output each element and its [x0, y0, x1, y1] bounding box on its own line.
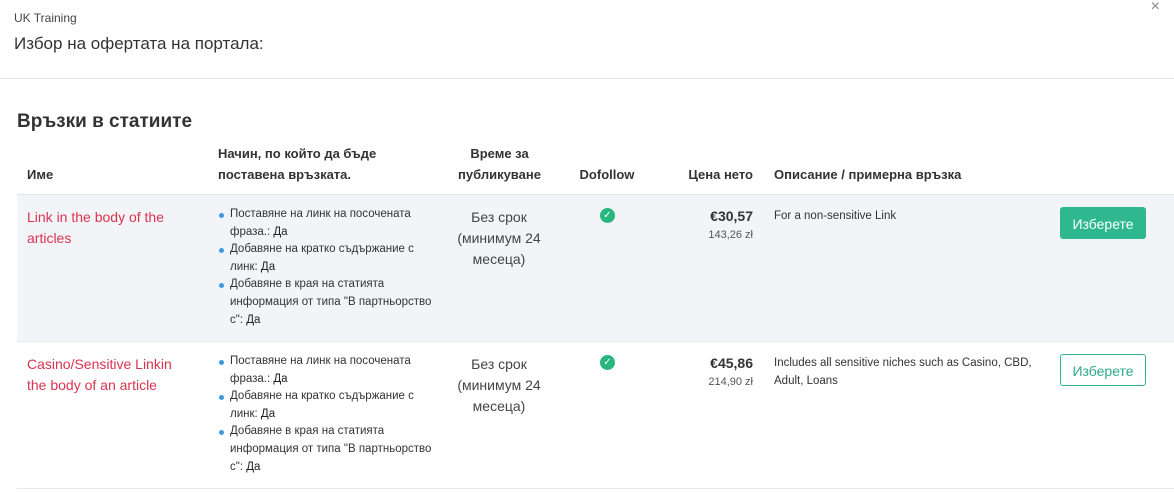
method-item: Добавяне на кратко съдържание с линк: Да: [218, 241, 433, 276]
publish-time: Без срок (минимум 24 месеца): [457, 356, 541, 414]
section-title: Връзки в статиите: [17, 111, 193, 132]
site-name: UK Training: [14, 11, 77, 25]
check-circle-icon: ✓: [600, 355, 615, 370]
offer-description: Includes all sensitive niches such as Ca…: [774, 357, 1032, 387]
column-header-dofollow: Dofollow: [579, 167, 635, 182]
price-cell: €30,57 143,26 zł: [657, 208, 753, 241]
method-item: Добавяне в края на статията информация о…: [218, 276, 433, 329]
offer-name-link[interactable]: Casino/Sensitive Linkin the body of an a…: [27, 354, 187, 396]
price-pln: 143,26 zł: [708, 229, 753, 241]
close-icon[interactable]: ×: [1151, 0, 1160, 15]
method-item: Добавяне в края на статията информация о…: [218, 423, 433, 476]
method-item: Поставяне на линк на посочената фраза.: …: [218, 206, 433, 241]
table-row: Casino/Sensitive Linkin the body of an a…: [17, 342, 1174, 489]
publish-time: Без срок (минимум 24 месеца): [457, 209, 541, 267]
table-header: Име Начин, по който да бъде поставена вр…: [17, 143, 1174, 195]
column-header-description: Описание / примерна връзка: [774, 167, 962, 182]
modal-title: Избор на офертата на портала:: [14, 34, 264, 53]
offer-description: For a non-sensitive Link: [774, 210, 897, 222]
column-header-name: Име: [27, 167, 54, 182]
offers-table: Име Начин, по който да бъде поставена вр…: [17, 143, 1174, 489]
price-eur: €45,86: [710, 355, 753, 371]
price-cell: €45,86 214,90 zł: [657, 355, 753, 388]
column-header-time: Време за публикуване: [458, 146, 541, 182]
method-item: Поставяне на линк на посочената фраза.: …: [218, 353, 433, 388]
offer-name-link[interactable]: Link in the body of the articles: [27, 207, 187, 249]
select-offer-button[interactable]: Изберете: [1060, 354, 1146, 386]
modal-header: UK Training Избор на офертата на портала…: [0, 0, 1174, 79]
method-item: Добавяне на кратко съдържание с линк: Да: [218, 388, 433, 423]
column-header-price: Цена нето: [688, 167, 753, 182]
price-eur: €30,57: [710, 208, 753, 224]
method-list: Поставяне на линк на посочената фраза.: …: [218, 353, 433, 476]
select-offer-button[interactable]: Изберете: [1060, 207, 1146, 239]
column-header-method: Начин, по който да бъде поставена връзка…: [218, 146, 377, 182]
table-row: Link in the body of the articles Поставя…: [17, 195, 1174, 342]
price-pln: 214,90 zł: [708, 376, 753, 388]
check-circle-icon: ✓: [600, 208, 615, 223]
method-list: Поставяне на линк на посочената фраза.: …: [218, 206, 433, 329]
